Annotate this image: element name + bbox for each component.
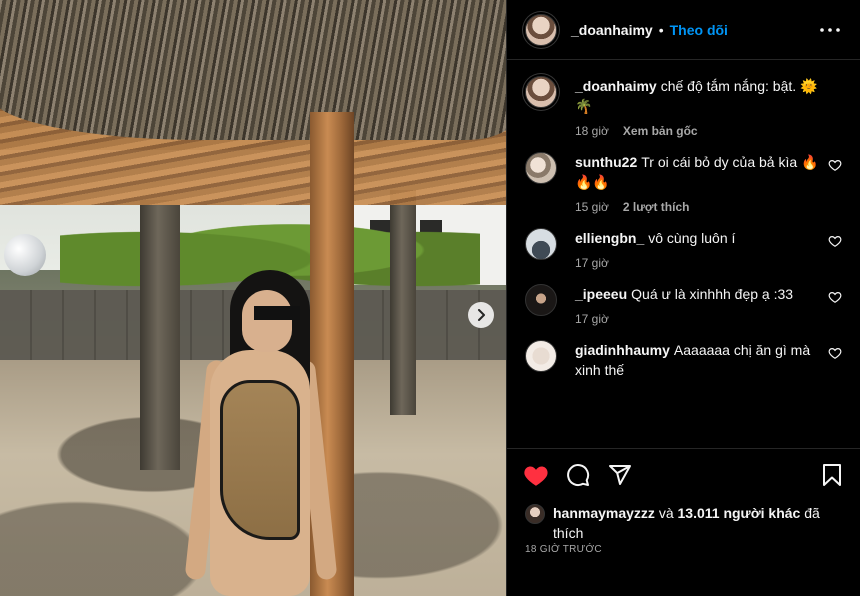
posted-time[interactable]: 18 GIỜ TRƯỚC bbox=[525, 544, 602, 555]
caption-username[interactable]: _doanhaimy bbox=[575, 78, 657, 94]
heart-filled-icon bbox=[524, 466, 548, 486]
save-button[interactable] bbox=[819, 462, 845, 488]
post-photo[interactable] bbox=[0, 0, 506, 596]
comment-button[interactable] bbox=[565, 462, 591, 488]
comment-time[interactable]: 15 giờ bbox=[575, 200, 609, 214]
thatched-roof bbox=[0, 0, 506, 140]
chevron-right-icon bbox=[478, 309, 485, 321]
comment: sunthu22 Tr oi cái bỏ dy của bả kìa 🔥🔥🔥 1… bbox=[525, 152, 842, 214]
avatar[interactable] bbox=[525, 504, 545, 524]
post-header: _doanhaimy • Theo dõi bbox=[507, 0, 860, 60]
post-actions bbox=[507, 455, 860, 495]
liker-username[interactable]: hanmaymayzzz bbox=[553, 505, 655, 521]
avatar[interactable] bbox=[525, 284, 557, 316]
comment-time[interactable]: 17 giờ bbox=[575, 256, 609, 270]
comment-likes[interactable]: 2 lượt thích bbox=[623, 200, 690, 214]
likes-count-link[interactable]: 13.011 người khác bbox=[678, 505, 801, 521]
comment: elliengbn_ vô cùng luôn í 17 giờ bbox=[525, 228, 842, 270]
share-icon bbox=[609, 465, 631, 485]
caption-time[interactable]: 18 giờ bbox=[575, 124, 609, 138]
comment: _ipeeeu Quá ư là xinhhh đẹp ạ :33 17 giờ bbox=[525, 284, 842, 326]
bookmark-icon bbox=[823, 464, 841, 486]
avatar[interactable] bbox=[525, 152, 557, 184]
comment-username[interactable]: giadinhhaumy bbox=[575, 342, 670, 358]
caption: _doanhaimy chế độ tắm nắng: bật. 🌞🌴 18 gi… bbox=[525, 76, 842, 138]
avatar[interactable] bbox=[525, 76, 557, 108]
instagram-post: _doanhaimy • Theo dõi _doanhaimy chế độ t… bbox=[0, 0, 860, 596]
avatar[interactable] bbox=[525, 340, 557, 372]
more-horizontal-icon bbox=[820, 27, 840, 32]
header-separator: • bbox=[658, 21, 664, 38]
avatar[interactable] bbox=[525, 228, 557, 260]
next-photo-button[interactable] bbox=[468, 302, 494, 328]
header-username[interactable]: _doanhaimy bbox=[571, 22, 653, 38]
heart-outline-icon[interactable] bbox=[828, 346, 842, 360]
comment-username[interactable]: sunthu22 bbox=[575, 154, 637, 170]
divider bbox=[507, 448, 860, 449]
comment-text: vô cùng luôn í bbox=[648, 230, 736, 246]
heart-outline-icon[interactable] bbox=[828, 234, 842, 248]
avatar[interactable] bbox=[525, 13, 557, 46]
likes-connector: và bbox=[658, 505, 674, 521]
palm-trunk bbox=[140, 200, 180, 470]
photo-subject bbox=[180, 270, 340, 596]
comment-time[interactable]: 17 giờ bbox=[575, 312, 609, 326]
comment-username[interactable]: elliengbn_ bbox=[575, 230, 644, 246]
like-button[interactable] bbox=[523, 462, 549, 488]
comment-icon bbox=[567, 464, 590, 487]
more-options-button[interactable] bbox=[818, 18, 842, 42]
heart-outline-icon[interactable] bbox=[828, 290, 842, 304]
palm-trunk bbox=[390, 190, 416, 415]
comments-list[interactable]: _doanhaimy chế độ tắm nắng: bật. 🌞🌴 18 gi… bbox=[507, 60, 860, 440]
comment-text: Quá ư là xinhhh đẹp ạ :33 bbox=[631, 286, 794, 302]
balloon bbox=[4, 234, 46, 276]
likes-summary: hanmaymayzzz và 13.011 người khác đã thí… bbox=[525, 503, 845, 543]
post-side-panel: _doanhaimy • Theo dõi _doanhaimy chế độ t… bbox=[506, 0, 860, 596]
comment: giadinhhaumy Aaaaaaa chị ăn gì mà xinh th… bbox=[525, 340, 842, 380]
share-button[interactable] bbox=[607, 462, 633, 488]
follow-button[interactable]: Theo dõi bbox=[670, 22, 728, 38]
comment-username[interactable]: _ipeeeu bbox=[575, 286, 627, 302]
see-original-link[interactable]: Xem bản gốc bbox=[623, 124, 698, 138]
heart-outline-icon[interactable] bbox=[828, 158, 842, 172]
